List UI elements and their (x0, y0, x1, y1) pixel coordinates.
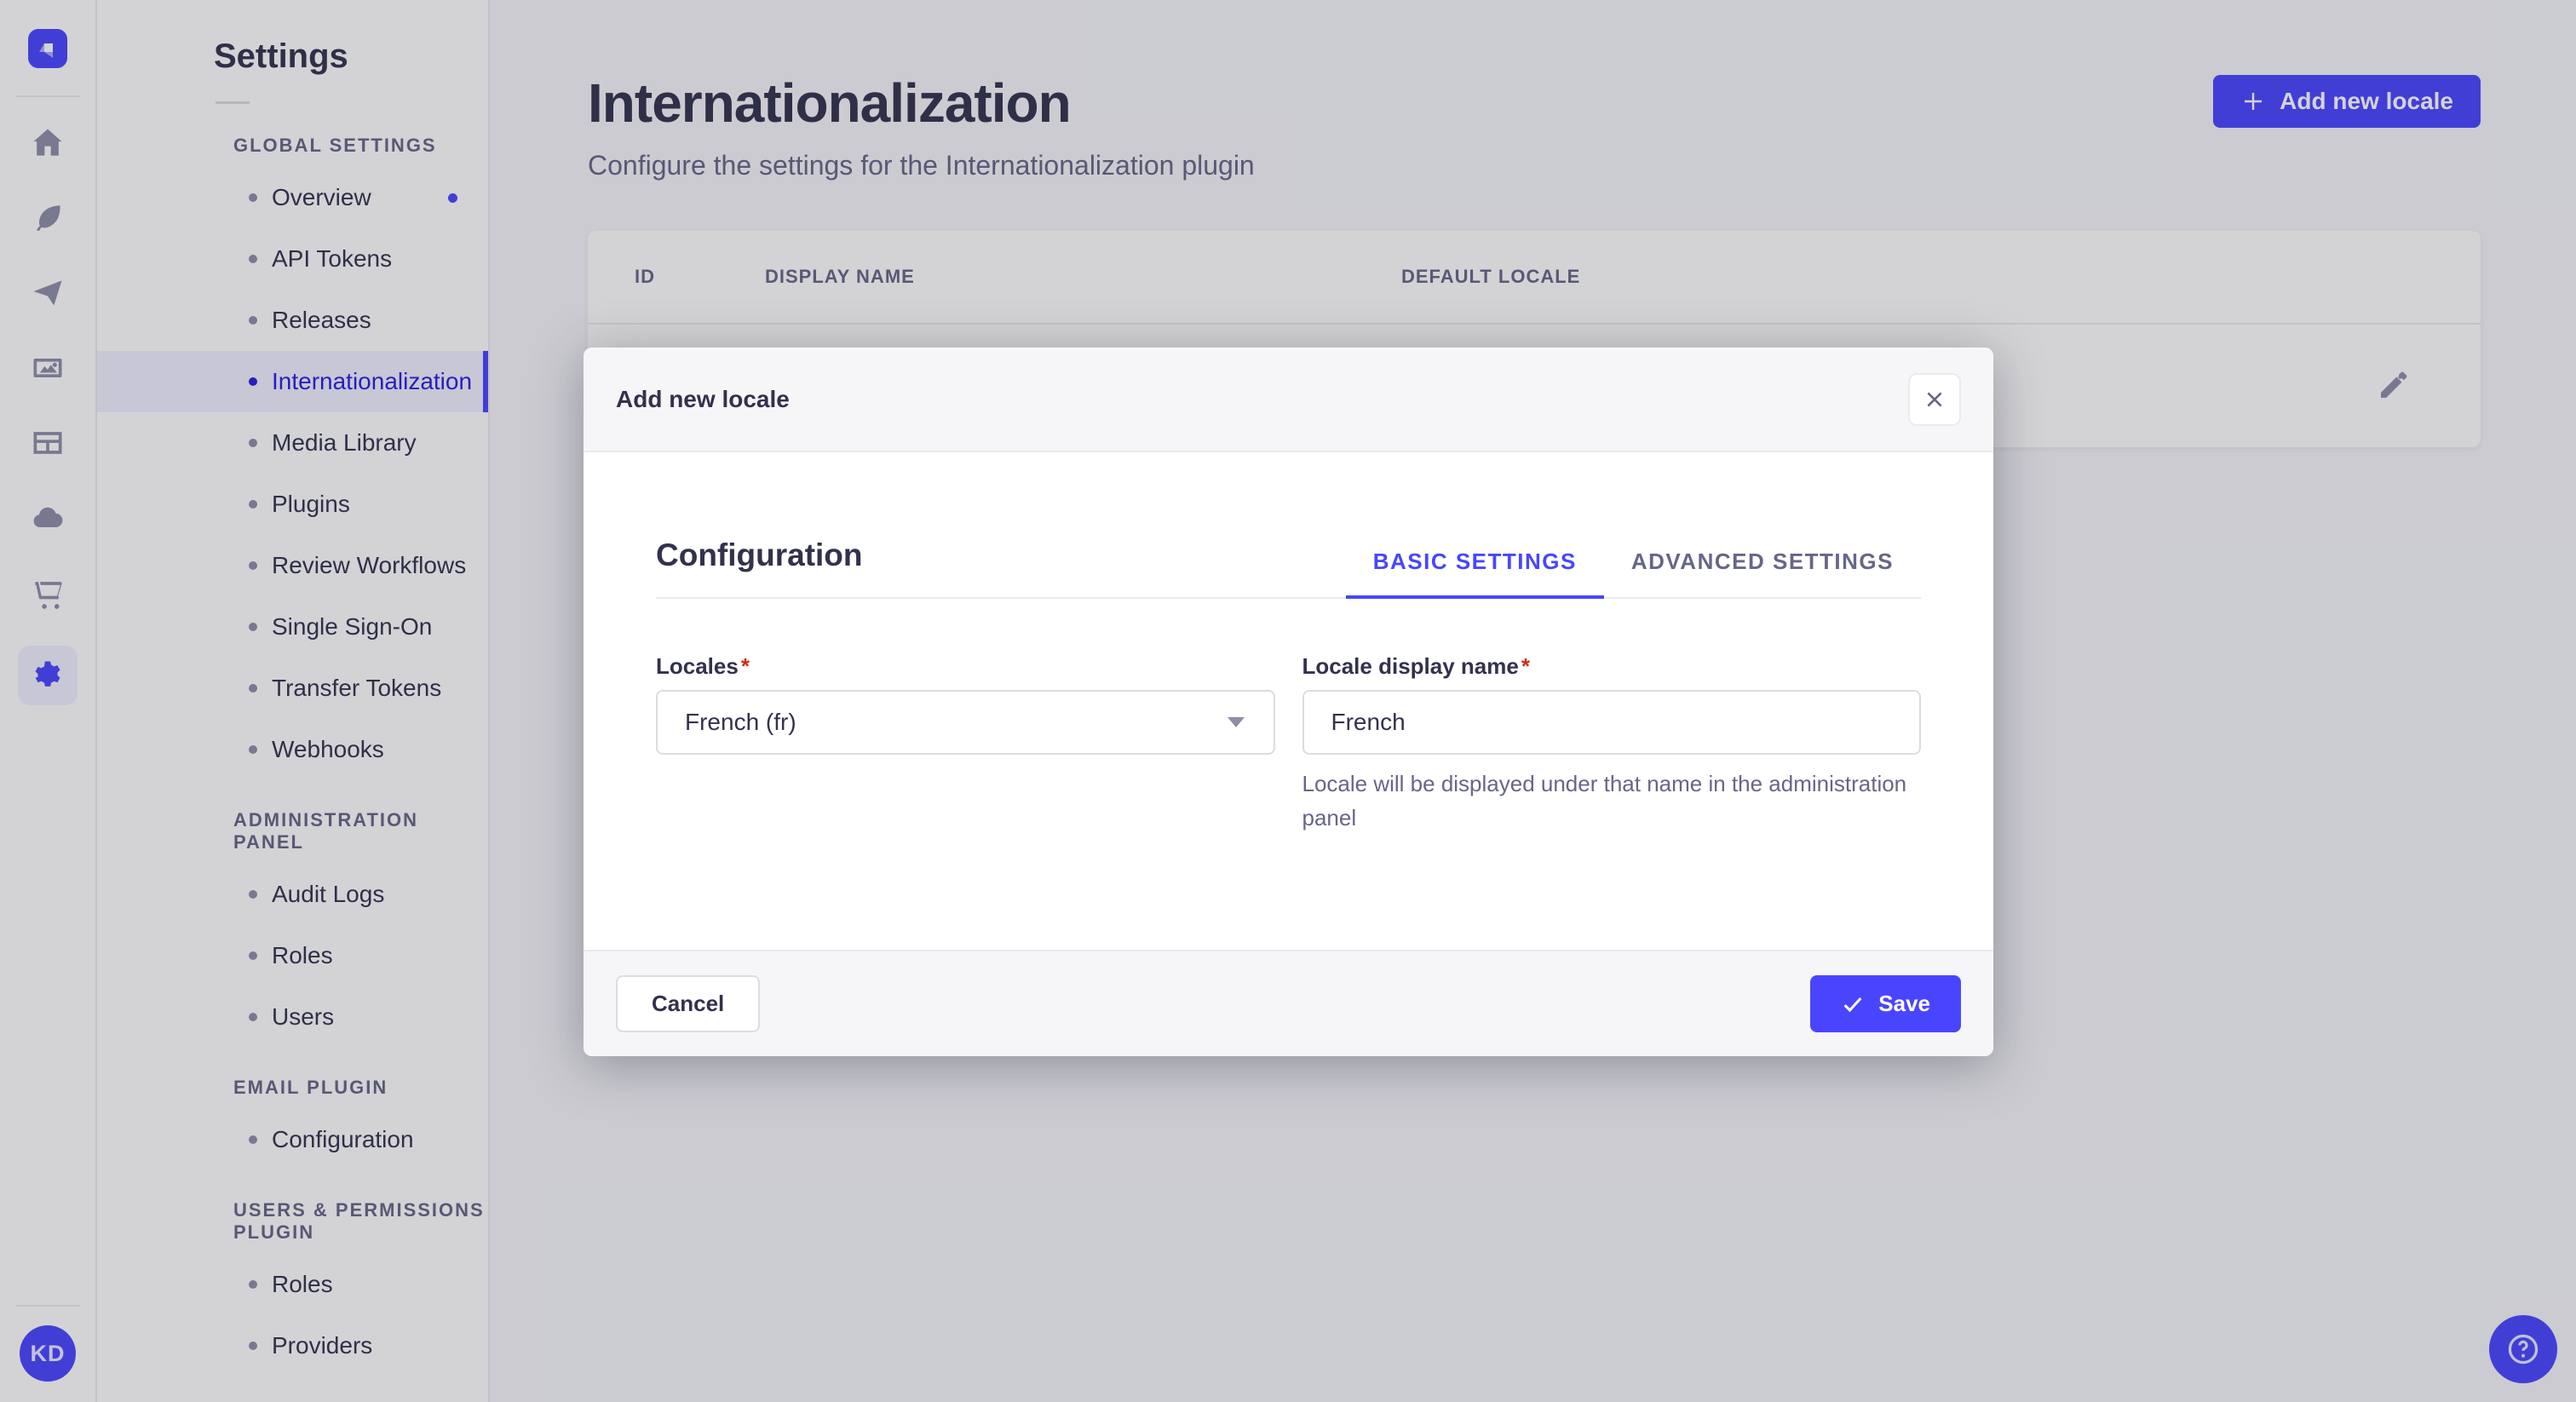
save-button-label: Save (1878, 991, 1930, 1016)
locales-label-text: Locales (656, 653, 739, 679)
locales-field: Locales * French (fr) (656, 653, 1275, 835)
locales-select[interactable]: French (fr) (656, 690, 1275, 755)
display-name-label-text: Locale display name (1302, 653, 1519, 679)
check-icon (1843, 997, 1862, 1012)
required-asterisk: * (1521, 653, 1530, 679)
save-button[interactable]: Save (1810, 975, 1961, 1032)
cancel-button[interactable]: Cancel (616, 975, 761, 1032)
modal-body: Configuration BASIC SETTINGS ADVANCED SE… (584, 452, 1993, 950)
required-asterisk: * (740, 653, 750, 679)
add-locale-modal: Add new locale Configuration BASIC SETTI… (584, 348, 1993, 1056)
close-modal-button[interactable] (1908, 372, 1961, 426)
tab-advanced-settings[interactable]: ADVANCED SETTINGS (1604, 549, 1921, 599)
display-name-label: Locale display name * (1302, 653, 1922, 680)
display-name-field: Locale display name* Locale will be disp… (1302, 653, 1922, 835)
close-icon (1927, 391, 1942, 407)
modal-title: Add new locale (616, 385, 790, 412)
display-name-hint: Locale will be displayed under that name… (1302, 771, 1907, 830)
settings-tabs: BASIC SETTINGS ADVANCED SETTINGS (1345, 549, 1921, 599)
locales-label: Locales * (656, 653, 1275, 680)
app-root: KD Settings GLOBAL SETTINGS Overview API… (0, 0, 2576, 1402)
display-name-input[interactable] (1302, 690, 1921, 755)
modal-footer: Cancel Save (584, 950, 1993, 1056)
modal-header: Add new locale (584, 348, 1993, 452)
tab-basic-settings[interactable]: BASIC SETTINGS (1345, 549, 1604, 599)
configuration-heading: Configuration (656, 537, 863, 572)
chevron-down-icon (1227, 717, 1245, 727)
locales-select-value: French (fr) (685, 709, 796, 735)
